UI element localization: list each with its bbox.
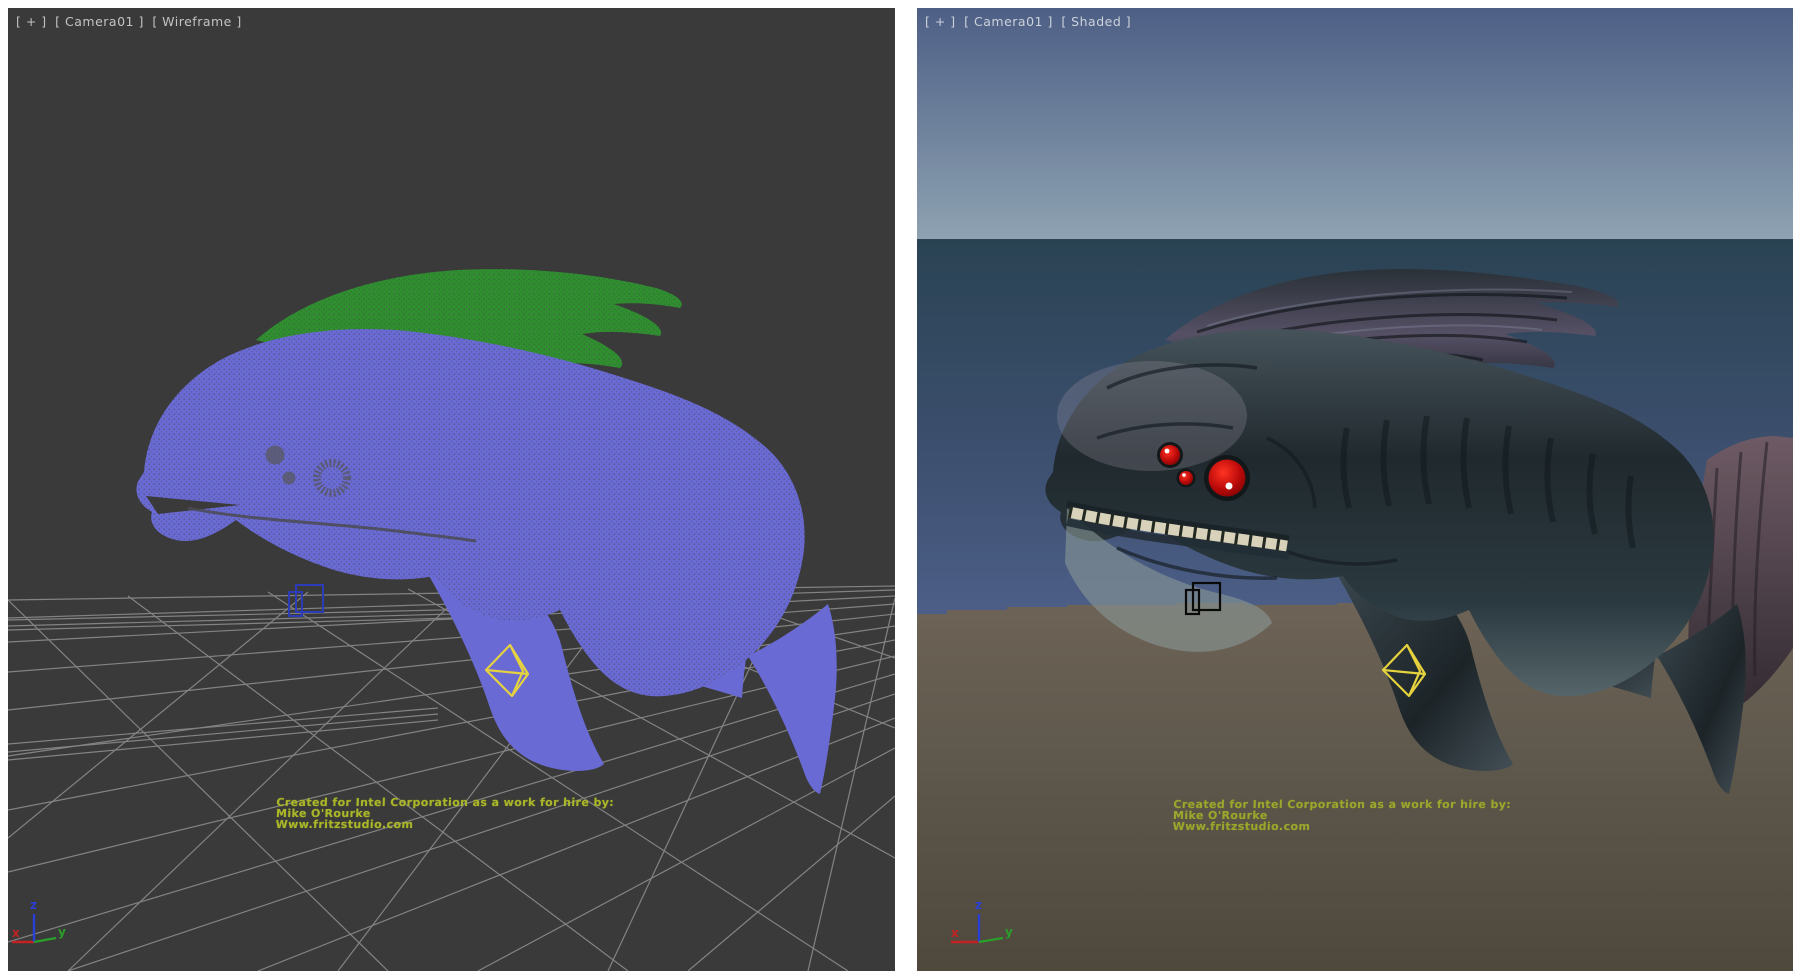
viewport-wireframe[interactable]: [ + ] [ Camera01 ] [ Wireframe ]: [8, 8, 895, 971]
watermark-line-3: Www.fritzstudio.com: [1172, 821, 1510, 832]
axis-x-label: x: [12, 926, 20, 940]
viewport-menu-general[interactable]: [ + ]: [16, 14, 47, 29]
viewport-label-wireframe: [ + ] [ Camera01 ] [ Wireframe ]: [16, 14, 246, 29]
head-sheen: [1057, 361, 1247, 471]
axis-x-label: x: [951, 926, 959, 940]
axis-z-label: z: [975, 898, 982, 912]
axis-y-label: y: [58, 925, 66, 939]
viewport-label-shaded: [ + ] [ Camera01 ] [ Shaded ]: [925, 14, 1135, 29]
axis-z-label: z: [30, 898, 37, 912]
viewport-menu-camera[interactable]: [ Camera01 ]: [964, 14, 1053, 29]
watermark-credit: Created for Intel Corporation as a work …: [275, 797, 614, 830]
screenshot-stage: [ + ] [ Camera01 ] [ Wireframe ]: [0, 0, 1800, 978]
viewport-menu-camera[interactable]: [ Camera01 ]: [55, 14, 144, 29]
watermark-line-3: Www.fritzstudio.com: [275, 819, 613, 830]
sky-background: [917, 8, 1793, 239]
watermark-credit: Created for Intel Corporation as a work …: [1172, 799, 1511, 832]
viewport-menu-general[interactable]: [ + ]: [925, 14, 956, 29]
helper-box-wireframe[interactable]: [289, 585, 323, 616]
world-axis-gizmo: x z y: [10, 895, 120, 957]
viewport-shaded[interactable]: [ + ] [ Camera01 ] [ Shaded ]: [917, 8, 1793, 971]
viewport-menu-shading[interactable]: [ Wireframe ]: [152, 14, 241, 29]
creature-eye-small-wireframe: [266, 446, 285, 465]
axis-y-label: y: [1005, 925, 1013, 939]
world-axis-gizmo: x z y: [945, 895, 1055, 957]
creature-eye-tiny-wireframe: [283, 472, 296, 485]
viewport-menu-shading[interactable]: [ Shaded ]: [1061, 14, 1131, 29]
